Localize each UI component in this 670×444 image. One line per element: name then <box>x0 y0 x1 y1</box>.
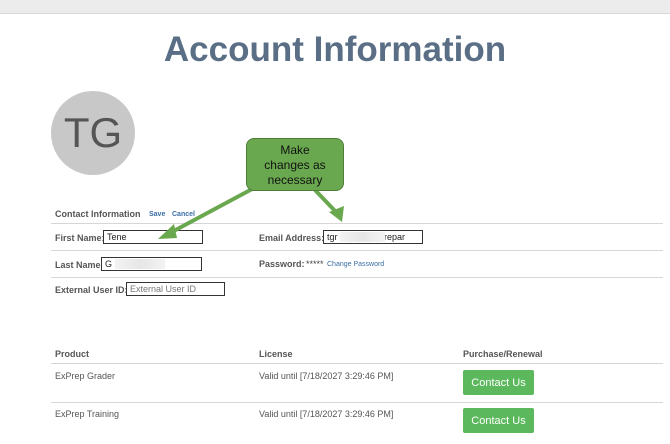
cancel-link[interactable]: Cancel <box>172 211 195 218</box>
email-address-label: Email Address: <box>259 233 325 243</box>
first-name-field[interactable] <box>103 230 203 244</box>
redacted-region <box>115 259 165 269</box>
contact-us-button[interactable]: Contact Us <box>463 408 534 433</box>
callout-line: changes as <box>264 158 326 172</box>
callout-line: necessary <box>267 173 323 187</box>
change-password-link[interactable]: Change Password <box>327 261 384 268</box>
contact-us-button[interactable]: Contact Us <box>463 370 534 395</box>
password-value: ***** <box>306 259 324 269</box>
divider <box>51 363 663 364</box>
save-link[interactable]: Save <box>149 211 165 218</box>
page-title: Account Information <box>163 30 507 69</box>
divider <box>51 250 663 251</box>
first-name-label: First Name: <box>55 233 105 243</box>
external-user-id-label: External User ID: <box>55 285 128 295</box>
arrow-head-icon <box>329 206 344 222</box>
purchase-renewal-column-header: Purchase/Renewal <box>463 349 543 359</box>
avatar: TG <box>51 91 135 175</box>
redacted-region <box>340 232 385 242</box>
license-column-header: License <box>259 349 293 359</box>
instruction-callout: Make changes as necessary <box>246 138 344 191</box>
external-user-id-field[interactable] <box>126 282 225 296</box>
product-column-header: Product <box>55 349 90 359</box>
divider <box>51 277 663 278</box>
callout-line: Make <box>280 143 310 157</box>
contact-information-heading: Contact Information <box>55 209 141 219</box>
password-label: Password: <box>259 259 305 269</box>
divider <box>51 402 663 403</box>
product-name: ExPrep Training <box>55 409 120 419</box>
license-status: Valid until [7/18/2027 3:29:46 PM] <box>259 409 394 419</box>
last-name-label: Last Name: <box>55 260 104 270</box>
arrow-to-email <box>313 188 338 214</box>
product-name: ExPrep Grader <box>55 371 116 381</box>
divider <box>51 223 663 224</box>
browser-top-bar <box>0 0 670 14</box>
license-status: Valid until [7/18/2027 3:29:46 PM] <box>259 371 394 381</box>
